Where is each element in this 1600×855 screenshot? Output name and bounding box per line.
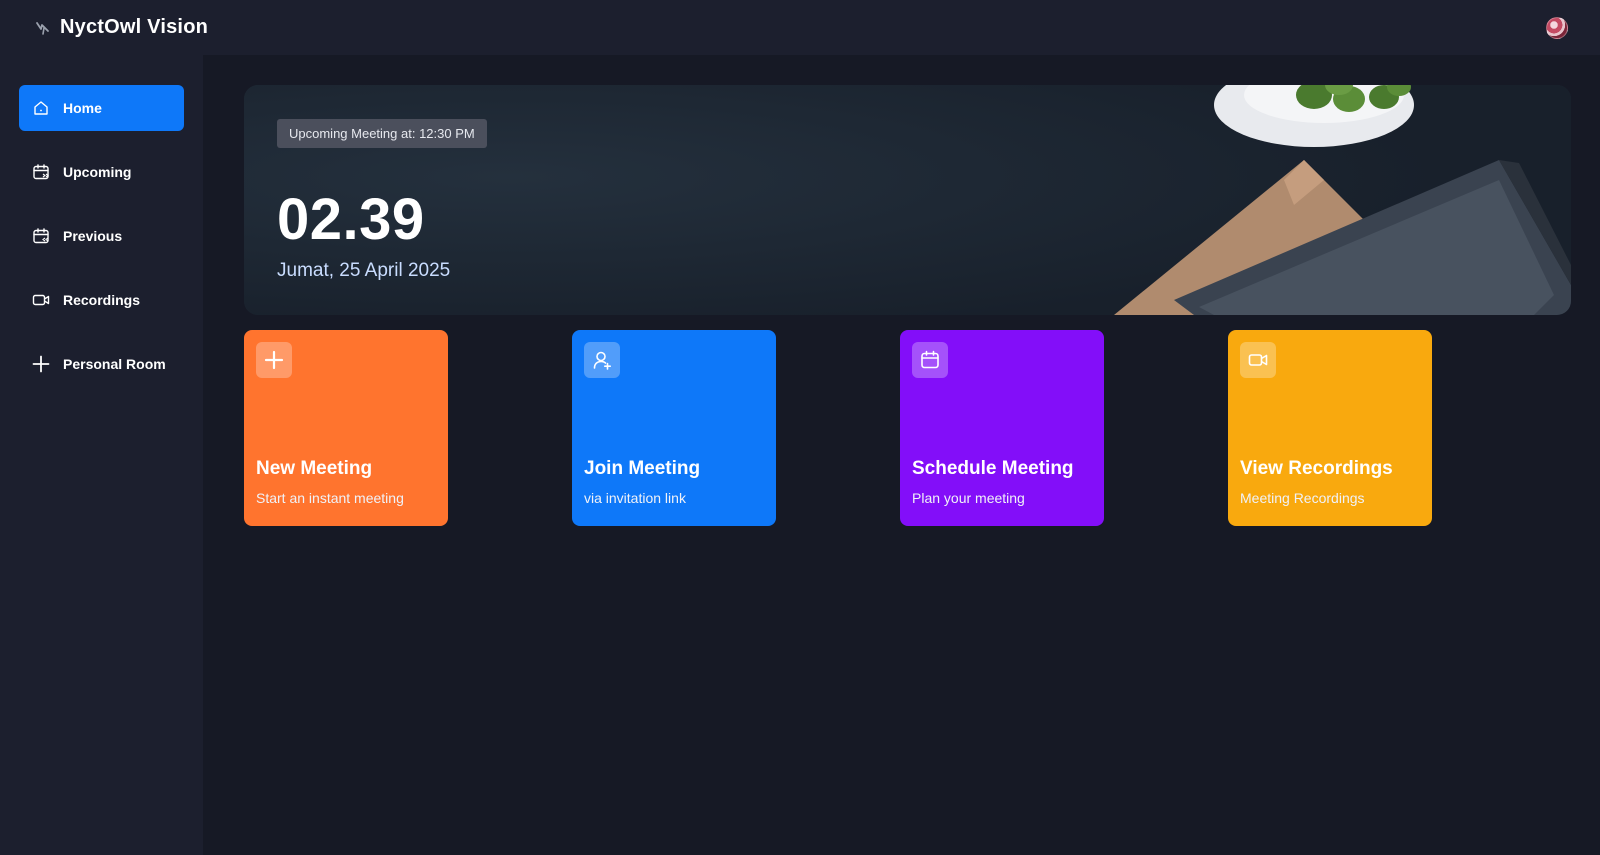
join-meeting-card[interactable]: Join Meeting via invitation link <box>572 330 776 526</box>
calendar-previous-icon <box>32 227 50 245</box>
sidebar-item-home[interactable]: Home <box>19 85 184 131</box>
sidebar-item-label: Home <box>63 100 102 116</box>
add-user-icon <box>584 342 620 378</box>
top-navbar: NyctOwl Vision <box>0 0 1600 55</box>
current-time: 02.39 <box>277 187 425 252</box>
video-icon <box>1240 342 1276 378</box>
card-subtitle: Start an instant meeting <box>256 490 404 506</box>
sidebar-item-previous[interactable]: Previous <box>19 213 184 259</box>
calendar-upcoming-icon <box>32 163 50 181</box>
sidebar-item-upcoming[interactable]: Upcoming <box>19 149 184 195</box>
plus-icon <box>32 355 50 373</box>
brand-logo-icon <box>34 19 52 37</box>
sidebar-item-label: Personal Room <box>63 356 166 372</box>
new-meeting-card[interactable]: New Meeting Start an instant meeting <box>244 330 448 526</box>
sidebar-item-label: Upcoming <box>63 164 132 180</box>
upcoming-meeting-badge: Upcoming Meeting at: 12:30 PM <box>277 119 487 148</box>
sidebar-item-label: Recordings <box>63 292 141 308</box>
card-subtitle: via invitation link <box>584 490 686 506</box>
brand-link[interactable]: NyctOwl Vision <box>34 16 208 39</box>
sidebar-item-personal-room[interactable]: Personal Room <box>19 341 184 387</box>
video-icon <box>32 291 50 309</box>
card-subtitle: Plan your meeting <box>912 490 1025 506</box>
card-title: New Meeting <box>256 458 373 479</box>
card-subtitle: Meeting Recordings <box>1240 490 1365 506</box>
main-content: Upcoming Meeting at: 12:30 PM 02.39 Juma… <box>203 55 1600 855</box>
user-avatar[interactable] <box>1546 16 1568 39</box>
card-title: View Recordings <box>1240 458 1393 479</box>
card-title: Schedule Meeting <box>912 458 1074 479</box>
sidebar: Home Upcoming Previous Recordings Person… <box>0 55 203 855</box>
hero-banner: Upcoming Meeting at: 12:30 PM 02.39 Juma… <box>244 85 1571 315</box>
plus-icon <box>256 342 292 378</box>
sidebar-item-recordings[interactable]: Recordings <box>19 277 184 323</box>
view-recordings-card[interactable]: View Recordings Meeting Recordings <box>1228 330 1432 526</box>
calendar-icon <box>912 342 948 378</box>
current-date: Jumat, 25 April 2025 <box>277 260 451 281</box>
brand-name: NyctOwl Vision <box>60 16 209 38</box>
home-icon <box>32 99 50 117</box>
card-title: Join Meeting <box>584 458 701 479</box>
schedule-meeting-card[interactable]: Schedule Meeting Plan your meeting <box>900 330 1104 526</box>
sidebar-item-label: Previous <box>63 228 123 244</box>
